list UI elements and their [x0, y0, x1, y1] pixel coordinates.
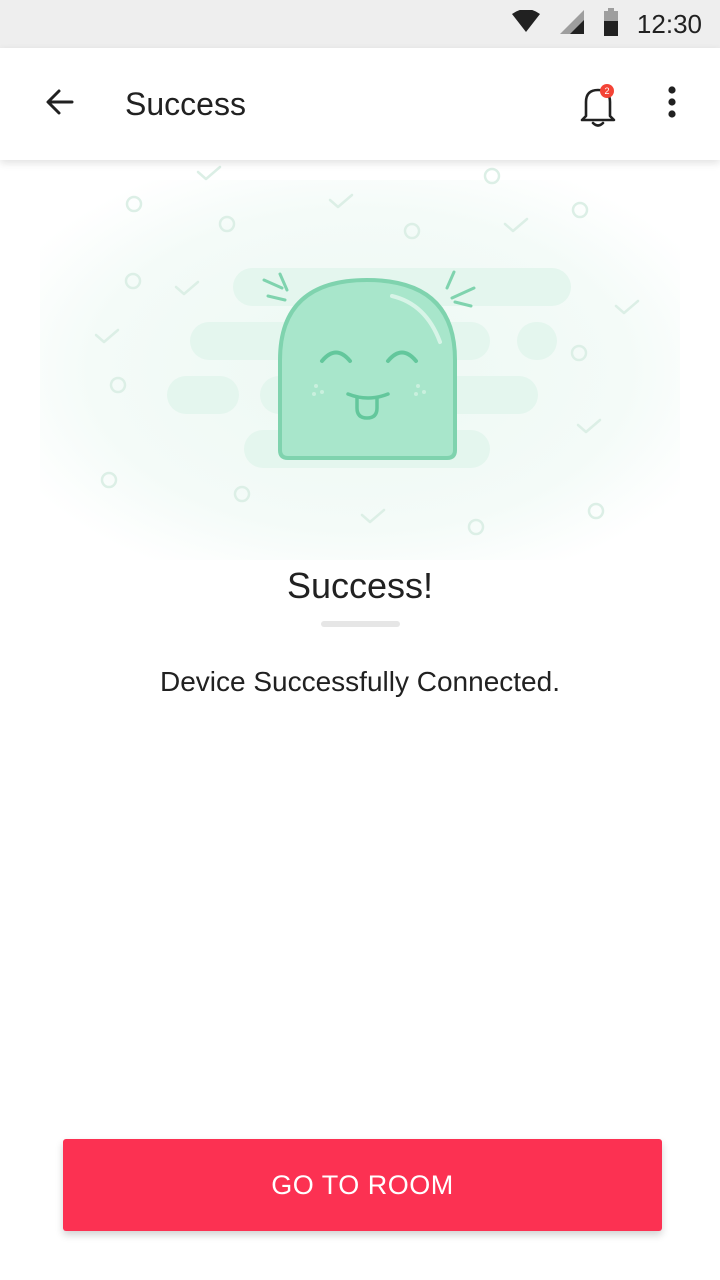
notifications-button[interactable]: 2	[572, 78, 624, 130]
battery-icon	[603, 7, 619, 41]
more-vertical-icon	[667, 85, 677, 123]
page-title: Success	[125, 86, 246, 122]
divider	[321, 621, 400, 627]
mascot-icon	[278, 277, 457, 460]
go-to-room-button[interactable]: GO TO ROOM	[63, 1139, 662, 1231]
success-illustration	[0, 160, 720, 560]
success-message: Device Successfully Connected.	[160, 666, 560, 697]
bell-icon	[572, 88, 624, 134]
success-heading: Success!	[286, 565, 434, 606]
more-options-button[interactable]	[652, 78, 692, 130]
arrow-back-icon	[44, 86, 76, 123]
status-bar: 12:30	[0, 0, 720, 48]
status-time: 12:30	[636, 8, 702, 39]
wifi-icon	[511, 8, 541, 39]
signal-icon	[559, 9, 585, 40]
back-button[interactable]	[30, 74, 90, 134]
app-bar: Success 2	[0, 48, 720, 160]
notification-badge: 2	[600, 84, 614, 98]
